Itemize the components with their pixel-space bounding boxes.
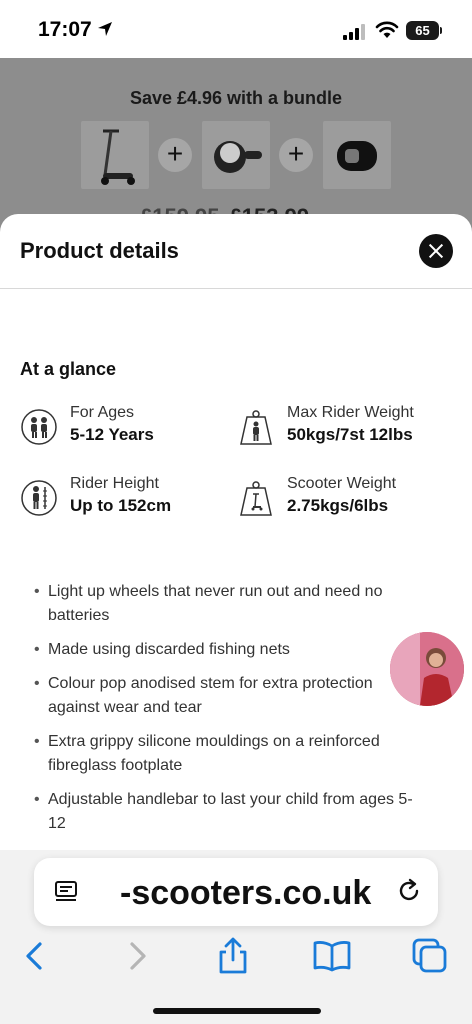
bundle-title: Save £4.96 with a bundle [129,88,343,108]
spec-label: Max Rider Weight [287,404,414,421]
kids-icon [21,409,57,445]
url-text[interactable]: -scooters.co.uk [120,874,371,913]
spec-for-ages: For Ages 5-12 Years [20,404,230,450]
list-item: Light up wheels that never run out and n… [34,580,424,628]
status-time: 17:07 [38,18,92,41]
bookmarks-icon[interactable] [312,936,352,976]
height-icon [21,480,57,516]
browser-toolbar: -scooters.co.uk [0,850,472,1024]
close-button[interactable] [419,234,453,268]
weight-icon [240,410,272,445]
location-arrow-icon [98,22,112,36]
status-bar: 17:07 65 [0,0,472,58]
spec-value: 50kgs/7st 12lbs [287,425,413,444]
forward-icon[interactable] [116,936,156,976]
spec-rider-height: Rider Height Up to 152cm [20,475,230,521]
product-details-sheet: Product details At a glance For Ages 5-1… [0,214,472,854]
address-bar[interactable]: -scooters.co.uk [34,858,438,926]
list-item: Made using discarded fishing nets [34,638,424,662]
features-list: Light up wheels that never run out and n… [34,580,424,846]
spec-scooter-weight: Scooter Weight 2.75kgs/6lbs [237,475,447,521]
bundle-plus-icon: + [158,138,192,172]
list-item: Extra grippy silicone mouldings on a rei… [34,730,424,778]
avatar-image [390,632,464,706]
spec-label: Rider Height [70,475,159,492]
back-icon[interactable] [16,936,56,976]
wifi-icon [375,21,399,38]
reader-mode-icon[interactable] [54,880,80,904]
bundle-item-bell [202,121,270,189]
bundle-plus-icon: + [279,138,313,172]
spec-label: Scooter Weight [287,475,397,492]
bell-image [214,141,262,173]
battery-icon: 65 [406,21,439,40]
spec-value: Up to 152cm [70,496,172,515]
chat-avatar[interactable] [390,632,464,706]
scooter-weight-icon [240,481,272,516]
spec-value: 5-12 Years [70,425,154,444]
bundle-item-scooter [81,121,149,189]
spec-max-rider-weight: Max Rider Weight 50kgs/7st 12lbs [237,404,447,450]
scooter-image [101,129,135,185]
spec-value: 2.75kgs/6lbs [287,496,389,515]
light-image [337,141,377,171]
list-item: Adjustable handlebar to last your child … [34,788,424,836]
tabs-icon[interactable] [410,936,450,976]
bundle-item-light [323,121,391,189]
cellular-signal-icon [343,24,365,40]
reload-icon[interactable] [396,878,422,904]
spec-label: For Ages [70,404,135,421]
share-icon[interactable] [213,936,253,976]
list-item: Colour pop anodised stem for extra prote… [34,672,424,720]
home-indicator [153,1008,321,1014]
divider [0,288,472,289]
at-a-glance-heading: At a glance [20,359,117,379]
sheet-title: Product details [20,238,179,263]
battery-cap [440,27,442,34]
